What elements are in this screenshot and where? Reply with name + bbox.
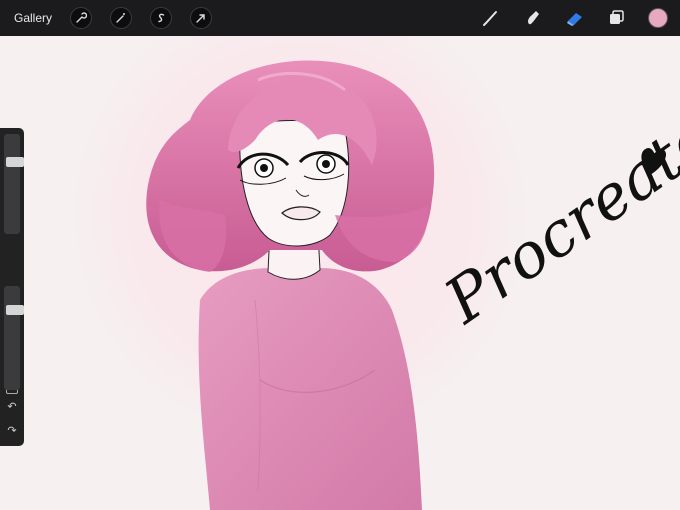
eraser-button[interactable]: [564, 7, 586, 29]
magic-wand-icon: [116, 13, 126, 23]
side-toolbar: ↶ ↷: [0, 128, 24, 446]
brush-icon: [483, 11, 497, 26]
selection-button[interactable]: [150, 7, 173, 29]
brush-button[interactable]: [480, 7, 502, 29]
eraser-icon: [567, 13, 582, 26]
opacity-thumb[interactable]: [6, 304, 24, 315]
shirt: [198, 268, 422, 510]
selection-s-icon: [158, 13, 165, 23]
layers-button[interactable]: [606, 7, 628, 29]
right-tool-group: [480, 0, 680, 36]
wrench-icon: [76, 12, 88, 23]
actions-button[interactable]: [70, 7, 93, 29]
smudge-icon: [528, 11, 539, 25]
gallery-button[interactable]: Gallery: [14, 11, 52, 25]
top-toolbar: Gallery: [0, 0, 680, 36]
opacity-slider[interactable]: [4, 286, 24, 390]
color-picker-button[interactable]: [648, 8, 668, 28]
layers-icon: [610, 10, 624, 24]
redo-button[interactable]: ↷: [4, 424, 20, 438]
undo-button[interactable]: ↶: [4, 400, 20, 414]
brush-size-slider[interactable]: [4, 134, 24, 234]
transform-button[interactable]: [190, 7, 213, 29]
arrow-cursor-icon: [196, 14, 205, 23]
brush-size-thumb[interactable]: [6, 156, 24, 167]
adjustments-button[interactable]: [110, 7, 133, 29]
smudge-button[interactable]: [522, 7, 544, 29]
drawing-canvas[interactable]: Procreate: [0, 36, 680, 510]
